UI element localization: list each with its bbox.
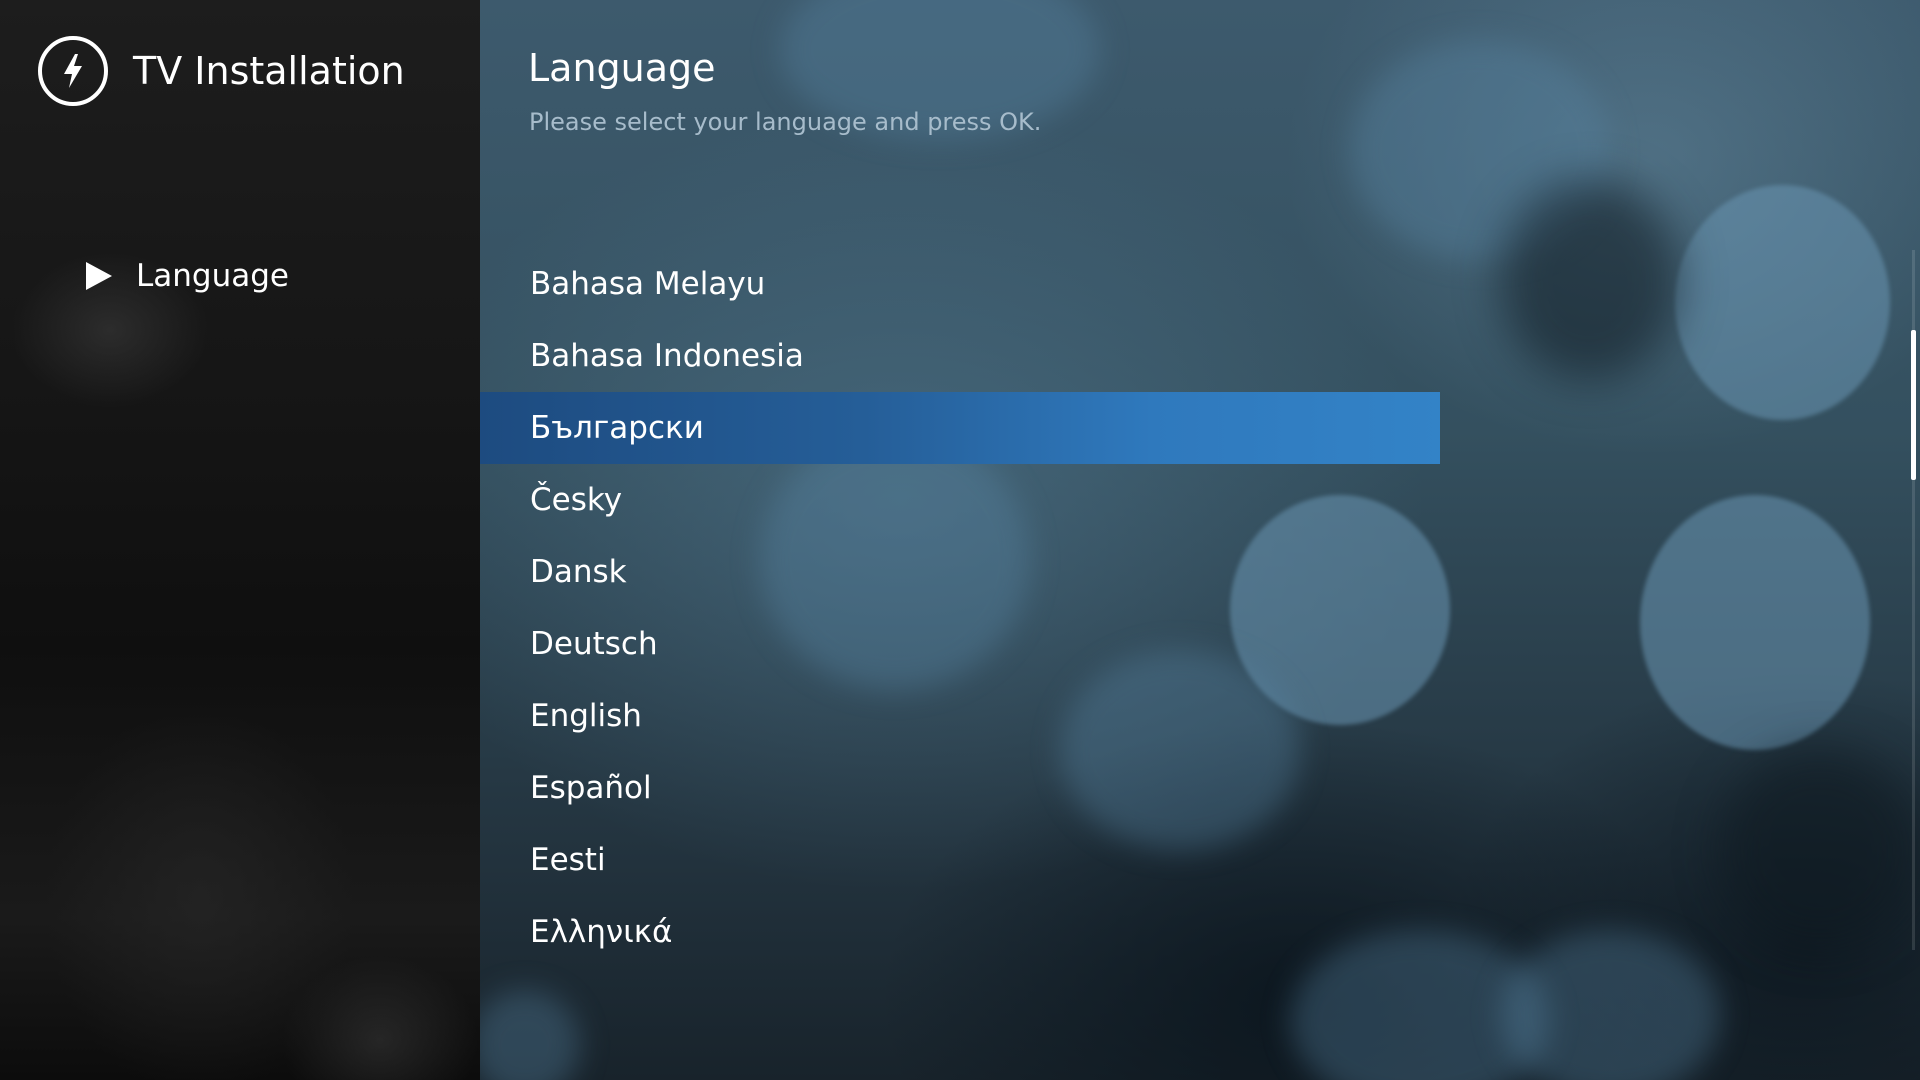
- bolt-glyph: [64, 54, 82, 88]
- tv-installation-screen: TV Installation Language Language Please…: [0, 0, 1920, 1080]
- bokeh-light: [1640, 495, 1870, 750]
- language-option[interactable]: Dansk: [480, 536, 1440, 608]
- page-title: Language: [528, 46, 716, 90]
- language-option[interactable]: English: [480, 680, 1440, 752]
- play-arrow-icon: [86, 262, 112, 290]
- language-option[interactable]: Eesti: [480, 824, 1440, 896]
- bokeh-dark: [1500, 180, 1680, 380]
- scrollbar-thumb[interactable]: [1911, 330, 1916, 480]
- sidebar-item-label: Language: [136, 258, 289, 294]
- power-bolt-icon: [38, 36, 108, 106]
- language-option[interactable]: Deutsch: [480, 608, 1440, 680]
- language-option[interactable]: Bahasa Indonesia: [480, 320, 1440, 392]
- language-option[interactable]: Español: [480, 752, 1440, 824]
- page-subtitle: Please select your language and press OK…: [529, 108, 1042, 136]
- language-option-selected[interactable]: Български: [480, 392, 1440, 464]
- sidebar: TV Installation Language: [0, 0, 480, 1080]
- bokeh-light: [1675, 185, 1890, 420]
- language-option[interactable]: Français: [480, 968, 1440, 988]
- bokeh-dark: [1720, 750, 1920, 950]
- app-title: TV Installation: [133, 49, 405, 93]
- app-header: TV Installation: [38, 36, 405, 106]
- language-option[interactable]: Ελληνικά: [480, 896, 1440, 968]
- bokeh-light: [470, 990, 580, 1080]
- language-option[interactable]: Bahasa Melayu: [480, 248, 1440, 320]
- language-list[interactable]: Bahasa Melayu Bahasa Indonesia Български…: [480, 248, 1440, 988]
- language-option[interactable]: Česky: [480, 464, 1440, 536]
- bokeh-light: [1500, 930, 1720, 1080]
- sidebar-item-language[interactable]: Language: [86, 258, 289, 294]
